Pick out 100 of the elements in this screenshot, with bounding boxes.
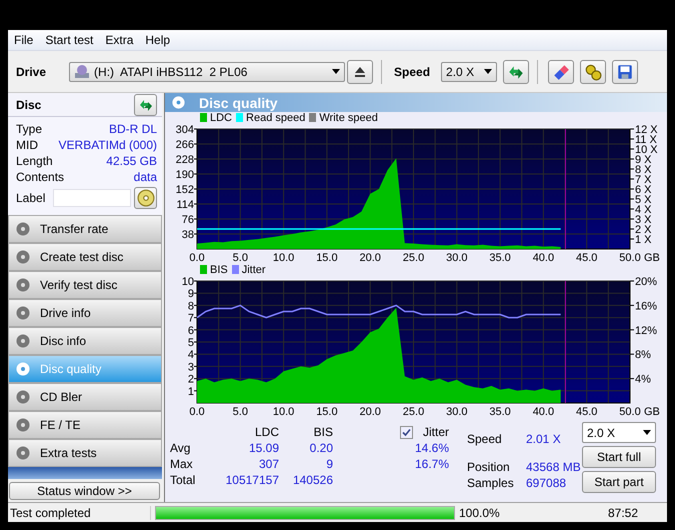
tick-label: 38	[182, 229, 194, 241]
tick-label: 8	[188, 300, 194, 312]
info-label: Contents	[16, 170, 64, 184]
legend-label: BIS	[210, 264, 228, 276]
info-value: 43568 MB	[526, 460, 581, 474]
tick-label: 30.0	[446, 406, 468, 418]
stat-value: 16.7%	[414, 457, 449, 471]
stat-value: 307	[258, 457, 279, 471]
stat-value: 0.20	[308, 441, 333, 455]
column-header: BIS	[312, 425, 333, 439]
tick-label: 5.0	[232, 252, 248, 264]
info-label: Length	[16, 154, 53, 168]
tick-label: 4%	[635, 374, 651, 386]
tick-label: 114	[176, 199, 194, 211]
drive-label: Drive	[16, 64, 46, 78]
tick-label: 1	[188, 386, 194, 398]
info-label: Samples	[467, 476, 515, 490]
tick-label: 25.0	[402, 406, 424, 418]
tick-label: 25.0	[402, 252, 424, 264]
tick-label: 1 X	[635, 234, 652, 246]
tick-label: 15.0	[316, 252, 338, 264]
tick-label: 5.0	[232, 406, 248, 418]
info-value: 42.55 GB	[106, 154, 157, 168]
status-message: Test completed	[8, 506, 151, 520]
elapsed-time: 87:52	[606, 506, 638, 520]
tick-label: GB	[644, 252, 660, 264]
stat-value: 140526	[292, 473, 333, 487]
tick-label: 35.0	[489, 252, 511, 264]
tick-label: 20.0	[360, 252, 381, 264]
stat-value: 9	[325, 457, 333, 471]
tick-label: 5	[188, 337, 194, 349]
tick-label: 4	[188, 349, 194, 362]
tick-label: 45.0	[576, 406, 598, 418]
tick-label: 2	[188, 374, 194, 386]
tick-label: 228	[176, 154, 194, 166]
tick-label: 12 X	[635, 124, 658, 136]
tick-label: 16%	[635, 300, 658, 312]
tick-label: 10 X	[635, 144, 658, 156]
tick-label: 9	[188, 288, 194, 300]
progress-percent: 100.0%	[459, 506, 501, 520]
info-label: MID	[16, 138, 38, 152]
tick-label: 0.0	[189, 406, 205, 418]
tick-label: 304	[176, 124, 194, 136]
info-value: 2.01 X	[526, 432, 561, 446]
legend-label: Write speed	[319, 112, 378, 124]
jitter-label: Jitter	[422, 425, 449, 439]
tick-label: 8%	[635, 349, 651, 362]
tick-label: 2 X	[635, 224, 652, 236]
tick-label: 30.0	[446, 252, 468, 264]
tick-label: 3	[188, 361, 194, 374]
row-label: Total	[169, 473, 196, 487]
legend-label: LDC	[210, 112, 232, 124]
tick-label: 45.0	[576, 252, 598, 264]
tick-label: 8 X	[635, 164, 652, 176]
info-label: Type	[16, 122, 42, 136]
stat-value: 15.09	[248, 441, 279, 455]
info-value: VERBATIMd (000)	[58, 138, 157, 152]
tick-label: 152	[176, 184, 194, 196]
tick-label: 50.0	[619, 252, 641, 264]
tick-label: 7 X	[635, 174, 652, 186]
tick-label: 35.0	[489, 406, 511, 418]
tick-label: GB	[644, 406, 660, 418]
legend-label: Jitter	[242, 264, 266, 276]
tick-label: 10.0	[272, 252, 294, 264]
tick-label: 9 X	[635, 154, 652, 166]
info-value: data	[134, 170, 157, 184]
tick-label: 15.0	[316, 406, 338, 418]
label-label: Label	[16, 191, 46, 206]
panel-title: Disc quality	[199, 94, 278, 110]
row-label: Avg	[169, 441, 192, 455]
tick-label: 7	[188, 312, 194, 325]
tick-label: 40.0	[532, 406, 554, 418]
tick-label: 5 X	[635, 194, 652, 206]
tick-label: 6	[188, 324, 194, 337]
tick-label: 40.0	[532, 252, 554, 264]
tick-label: 76	[182, 214, 194, 226]
tick-label: 4 X	[635, 204, 652, 216]
tick-label: 10.0	[272, 406, 294, 418]
info-value: BD-R DL	[108, 122, 157, 136]
tick-label: 12%	[635, 324, 658, 337]
tick-label: 190	[176, 169, 194, 181]
legend-label: Read speed	[246, 112, 306, 124]
row-label: Max	[169, 457, 194, 471]
tick-label: 11 X	[635, 134, 657, 146]
tick-label: 3 X	[635, 214, 652, 226]
column-header: LDC	[254, 425, 279, 439]
speed-label: Speed	[394, 64, 430, 78]
stat-value: 14.6%	[414, 441, 449, 455]
info-value: 697088	[526, 476, 566, 490]
tick-label: 20.0	[360, 406, 381, 418]
tick-label: 6 X	[635, 184, 652, 196]
info-label: Position	[467, 460, 511, 474]
tick-label: 20%	[635, 276, 658, 288]
stat-value: 10517157	[224, 473, 279, 487]
disc-title: Disc	[16, 98, 42, 112]
tick-label: 0.0	[189, 252, 205, 264]
info-label: Speed	[467, 432, 503, 446]
tick-label: 10	[182, 276, 194, 288]
tick-label: 266	[176, 139, 194, 151]
tick-label: 50.0	[619, 406, 641, 418]
